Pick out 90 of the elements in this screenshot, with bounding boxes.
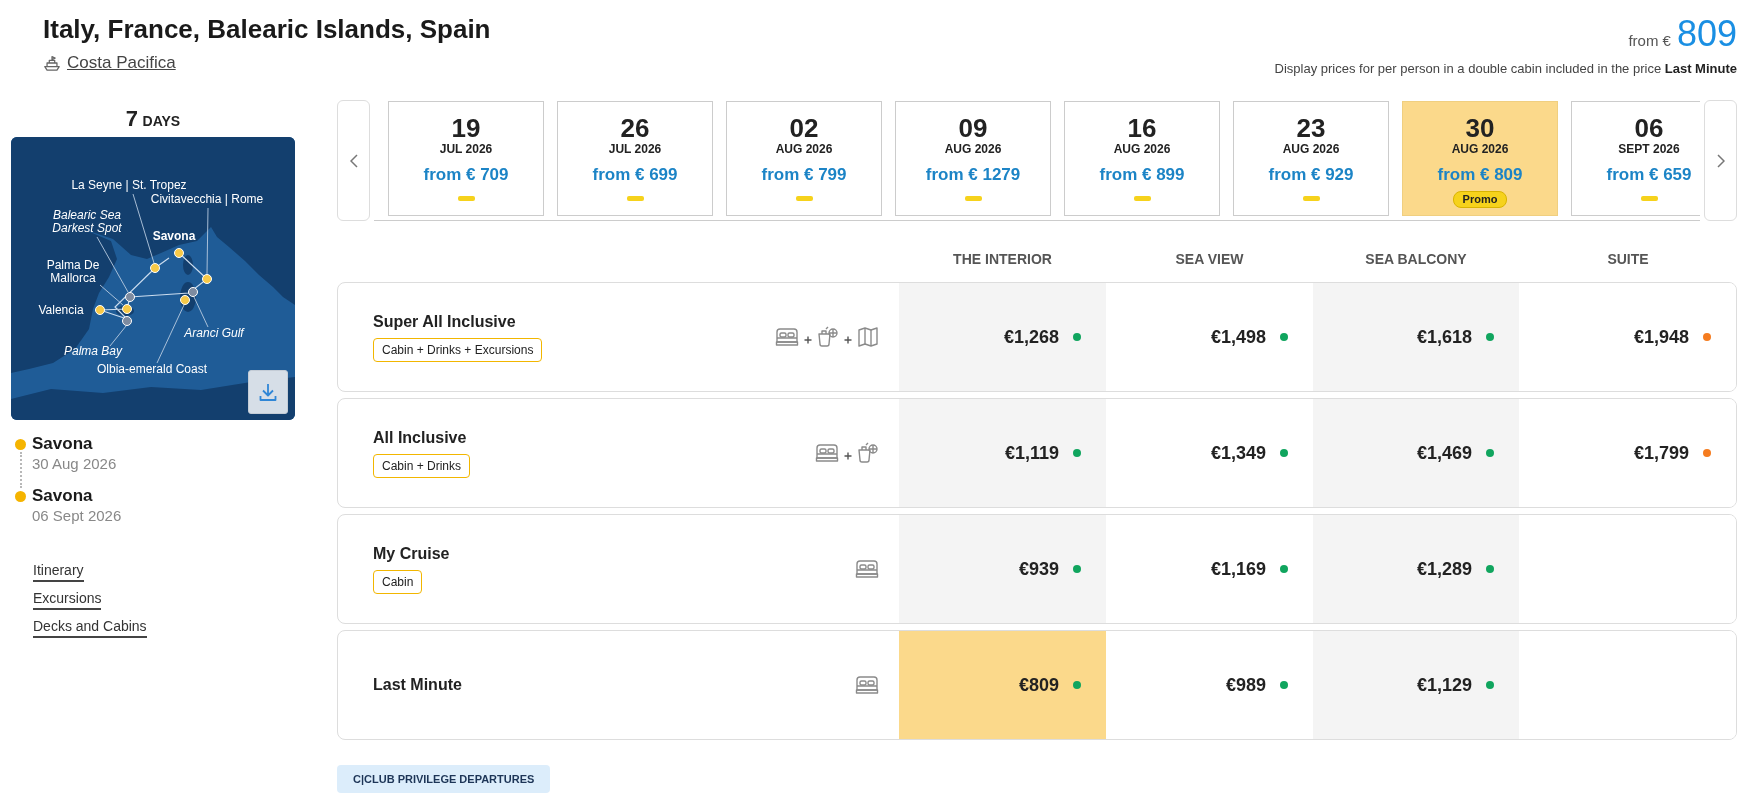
map-marker-icon (180, 295, 190, 305)
price-cell[interactable]: €1,119 (899, 399, 1106, 507)
stop-dot-icon (15, 439, 26, 450)
leader-line (109, 325, 127, 347)
price-note: Display prices for per person in a double cabin included in the price Last Minute (1274, 60, 1737, 78)
fare-name: Super All Inclusive (373, 312, 516, 332)
download-button[interactable] (248, 370, 288, 414)
sidebar-link[interactable]: Itinerary (33, 560, 84, 582)
date-card[interactable]: 26 JUL 2026 from € 699 (557, 101, 713, 216)
stop-port: Savona (32, 434, 94, 454)
chevron-right-icon (1716, 153, 1725, 168)
bed-icon (775, 327, 799, 347)
map-marker-icon (125, 292, 135, 302)
map-marker-icon (150, 263, 160, 273)
price-cell[interactable]: €809 (899, 631, 1106, 739)
fare-name: All Inclusive (373, 428, 467, 448)
dash-icon (964, 196, 982, 201)
from-label: from € (1628, 32, 1671, 49)
date-card[interactable]: 16 AUG 2026 from € 899 (1064, 101, 1220, 216)
map-marker-icon (95, 305, 105, 315)
column-header: SEA VIEW (1174, 250, 1245, 267)
plus-icon (844, 336, 852, 344)
next-button[interactable] (1704, 100, 1737, 221)
map-label: La Seyne | St. Tropez (71, 178, 187, 192)
dash-icon (626, 196, 644, 201)
dash-icon (457, 196, 475, 201)
date-card[interactable]: 06 SEPT 2026 from € 659 (1571, 101, 1700, 216)
dash-icon (795, 196, 813, 201)
download-icon (258, 382, 278, 402)
map-label: Palma De Mallorca (46, 258, 100, 285)
map-label: Savona (152, 229, 196, 243)
column-header: SUITE (1606, 250, 1650, 267)
chevron-left-icon (349, 153, 358, 168)
fare-tag: Cabin + Drinks (373, 454, 471, 478)
map-label: Olbia-emerald Coast (97, 362, 207, 376)
promo-badge: Promo (1452, 191, 1508, 208)
plus-icon (804, 336, 812, 344)
map-marker-icon (174, 248, 184, 258)
cocktail-icon (857, 442, 879, 464)
ship-icon (43, 54, 61, 72)
stop-date: 30 Aug 2026 (32, 454, 117, 474)
price-cell[interactable]: €1,129 (1313, 631, 1519, 739)
duration-label: 7 DAYS (124, 107, 182, 133)
map-icon (857, 326, 879, 348)
stop-port: Savona (32, 486, 94, 506)
bed-icon (855, 559, 879, 579)
previous-button[interactable] (337, 100, 370, 221)
column-header: SEA BALCONY (1364, 250, 1468, 267)
leader-line (156, 304, 185, 364)
dash-icon (1133, 196, 1151, 201)
price-cell[interactable]: €1,469 (1313, 399, 1519, 507)
sidebar-link[interactable]: Excursions (33, 588, 102, 610)
cocktail-icon (817, 326, 839, 348)
date-card[interactable]: 23 AUG 2026 from € 929 (1233, 101, 1389, 216)
map-label: Palma Bay (64, 344, 122, 358)
column-header: THE INTERIOR (952, 250, 1053, 267)
map-label: Aranci Gulf (184, 326, 244, 340)
map-marker-icon (188, 287, 198, 297)
date-card[interactable]: 19 JUL 2026 from € 709 (388, 101, 544, 216)
date-card[interactable]: 09 AUG 2026 from € 1279 (895, 101, 1051, 216)
page-title: Italy, France, Balearic Islands, Spain (43, 14, 491, 44)
map-marker-icon (122, 316, 132, 326)
sidebar-link[interactable]: Decks and Cabins (33, 616, 147, 638)
plus-icon (844, 452, 852, 460)
map-label: Valencia (38, 303, 84, 317)
map-marker-icon (202, 274, 212, 284)
fare-name: My Cruise (373, 544, 450, 564)
price-cell[interactable]: €939 (899, 515, 1106, 623)
map-label: Civitavecchia | Rome (150, 192, 264, 206)
map-label: Balearic Sea Darkest Spot (52, 208, 122, 235)
date-card[interactable]: 30 AUG 2026 from € 809 Promo (1402, 101, 1558, 216)
fare-name: Last Minute (373, 675, 462, 695)
fare-tag: Cabin + Drinks + Excursions (373, 338, 543, 362)
dash-icon (1302, 196, 1320, 201)
price-cell[interactable]: €1,268 (899, 283, 1106, 391)
price-cell[interactable]: €1,618 (1313, 283, 1519, 391)
bed-icon (855, 675, 879, 695)
leader-line (206, 207, 209, 275)
date-card[interactable]: 02 AUG 2026 from € 799 (726, 101, 882, 216)
bed-icon (815, 443, 839, 463)
stop-dot-icon (15, 491, 26, 502)
map-marker-icon (122, 304, 132, 314)
leader-line (193, 296, 209, 328)
club-badge: C|CLUB PRIVILEGE DEPARTURES (337, 765, 551, 793)
price-cell[interactable]: €1,289 (1313, 515, 1519, 623)
ship-link[interactable]: Costa Pacifica (43, 52, 176, 74)
from-price: 809 (1676, 14, 1737, 54)
stop-date: 06 Sept 2026 (32, 506, 122, 526)
fare-tag: Cabin (373, 570, 423, 594)
dash-icon (1640, 196, 1658, 201)
